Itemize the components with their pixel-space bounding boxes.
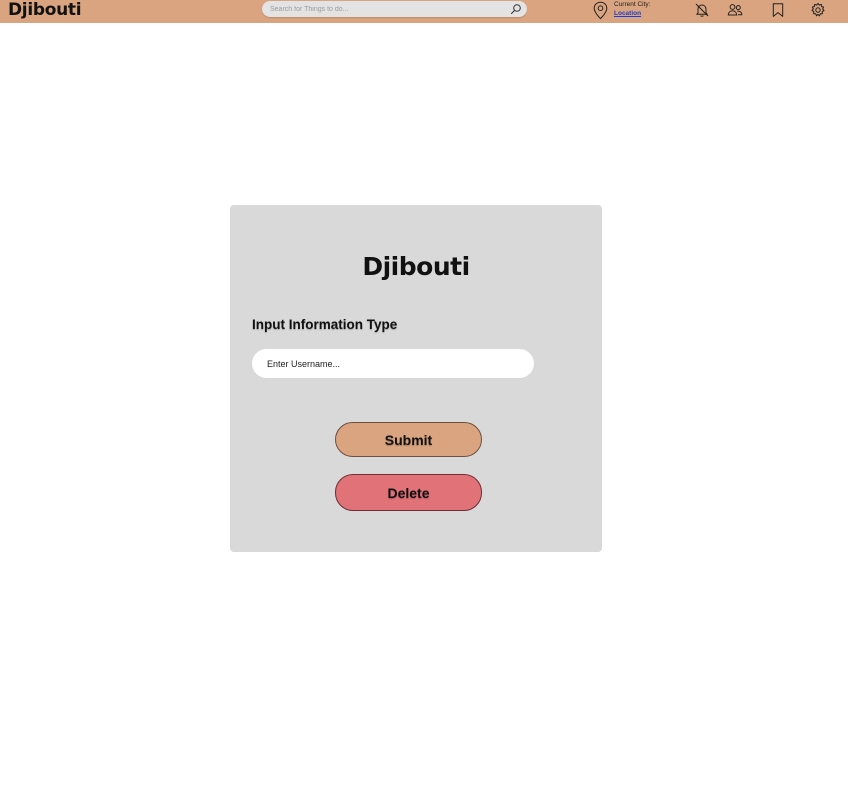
submit-button[interactable]: Submit xyxy=(335,422,482,457)
card-logo: Djibouti xyxy=(240,252,592,281)
username-input[interactable] xyxy=(267,356,522,371)
search-bar[interactable] xyxy=(262,1,527,17)
field-title: Input Information Type xyxy=(252,317,398,332)
bookmark-icon[interactable] xyxy=(770,2,786,18)
notifications-off-icon[interactable] xyxy=(694,2,710,18)
input-information-card: Djibouti Input Information Type Submit D… xyxy=(230,205,602,552)
search-icon[interactable] xyxy=(510,3,522,15)
card-logo-text: Djibouti xyxy=(362,252,470,281)
username-field[interactable] xyxy=(252,349,534,378)
location-link[interactable]: Location xyxy=(614,9,641,18)
brand-logo[interactable]: Djibouti xyxy=(8,0,82,20)
delete-button[interactable]: Delete xyxy=(335,474,482,511)
delete-button-label: Delete xyxy=(387,484,430,501)
search-input[interactable] xyxy=(270,2,500,16)
settings-icon[interactable] xyxy=(810,2,826,18)
friends-icon[interactable] xyxy=(727,2,743,18)
top-navigation-bar: Djibouti Current City: Location xyxy=(0,0,848,23)
submit-button-label: Submit xyxy=(384,431,433,448)
location-pin-icon xyxy=(593,1,608,20)
current-city-label: Current City: xyxy=(614,1,651,8)
